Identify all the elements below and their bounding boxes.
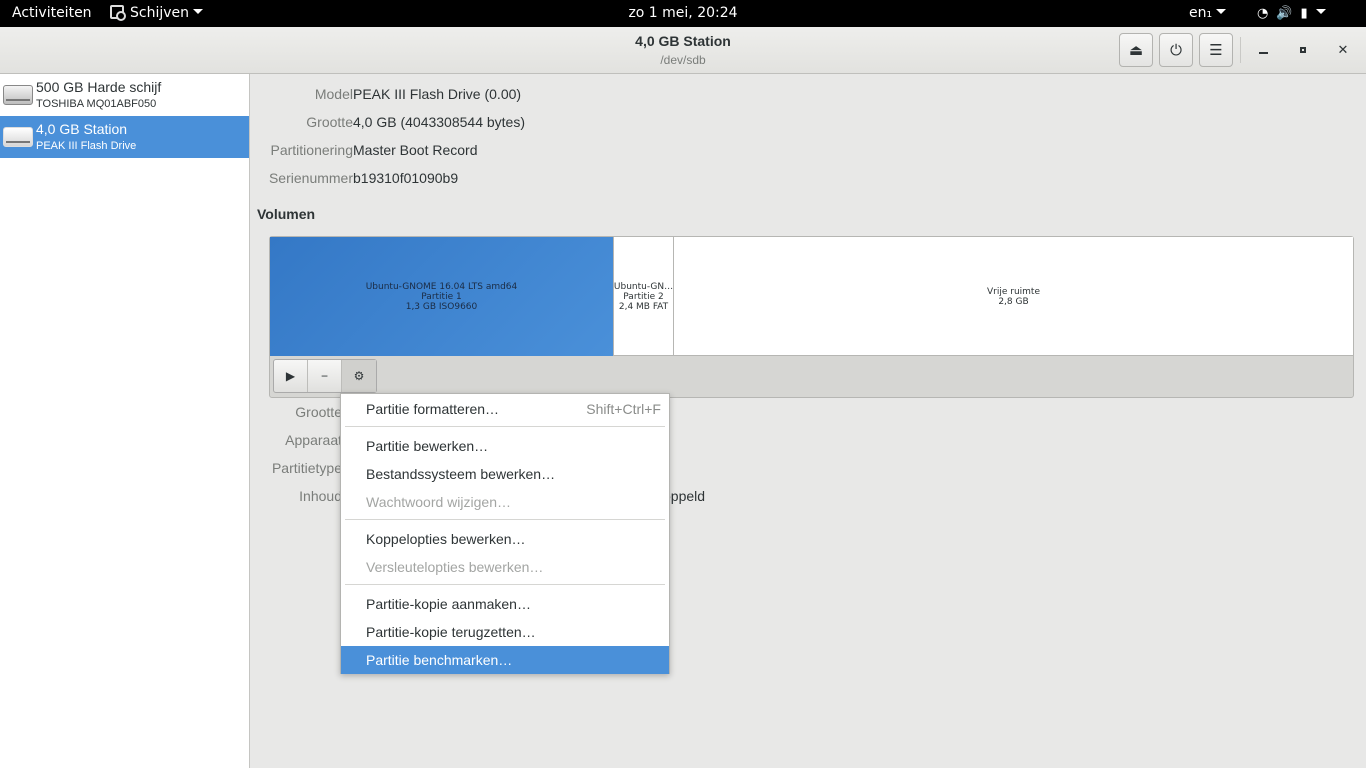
volume-toolbar: ▶ − ⚙ bbox=[273, 359, 377, 393]
partitioning-label: Partitionering bbox=[270, 142, 354, 158]
partitioning-row: Partitionering bbox=[251, 142, 354, 162]
mount-button[interactable]: ▶ bbox=[274, 360, 308, 392]
power-icon: ⏻ bbox=[1170, 41, 1182, 59]
volume-icon: 🔊 bbox=[1276, 6, 1293, 21]
header-bar: 4,0 GB Station /dev/sdb ⏏ ⏻ ☰ ✕ bbox=[0, 27, 1366, 74]
chevron-down-icon bbox=[193, 9, 204, 14]
partition-number: Partitie 2 bbox=[623, 291, 664, 302]
top-bar: Activiteiten Schijven zo 1 mei, 20:24 en… bbox=[0, 0, 1366, 27]
drive-name: 4,0 GB Station bbox=[36, 121, 128, 137]
eject-icon: ⏏ bbox=[1128, 41, 1144, 59]
app-menu[interactable]: Schijven bbox=[110, 0, 204, 27]
partition-options-menu: Partitie formatteren… Shift+Ctrl+F Parti… bbox=[340, 393, 670, 674]
partition-content-label: Inhoud bbox=[299, 488, 342, 504]
eject-button[interactable]: ⏏ bbox=[1119, 33, 1153, 67]
model-label: Model bbox=[314, 86, 353, 102]
menu-item-edit-partition[interactable]: Partitie bewerken… bbox=[341, 432, 669, 460]
menu-item-accelerator: Shift+Ctrl+F bbox=[586, 401, 661, 417]
partition-device-row: Apparaat bbox=[251, 432, 342, 452]
free-space[interactable]: Vrije ruimte 2,8 GB bbox=[673, 237, 1353, 356]
partition-size-label: Grootte bbox=[295, 404, 342, 420]
clock[interactable]: zo 1 mei, 20:24 bbox=[628, 5, 737, 21]
drive-item-flash[interactable]: 4,0 GB Station PEAK III Flash Drive bbox=[0, 116, 249, 158]
partitioning-value: Master Boot Record bbox=[353, 142, 478, 158]
minus-icon: − bbox=[320, 369, 328, 383]
close-icon: ✕ bbox=[1337, 42, 1349, 58]
wifi-icon: ◔ bbox=[1257, 6, 1269, 21]
minimize-icon bbox=[1258, 52, 1268, 54]
keyboard-layout-label: en₁ bbox=[1189, 5, 1213, 21]
minimize-button[interactable] bbox=[1254, 41, 1272, 59]
keyboard-layout-indicator[interactable]: en₁ bbox=[1189, 0, 1227, 27]
menu-item-edit-filesystem[interactable]: Bestandssysteem bewerken… bbox=[341, 460, 669, 488]
partition-type-row: Partitietype bbox=[251, 460, 342, 480]
hamburger-menu-icon: ☰ bbox=[1209, 41, 1223, 59]
header-separator bbox=[1240, 37, 1241, 63]
menu-item-restore-image[interactable]: Partitie-kopie terugzetten… bbox=[341, 618, 669, 646]
app-menu-label: Schijven bbox=[130, 5, 190, 21]
menu-separator bbox=[345, 426, 665, 427]
model-value: PEAK III Flash Drive (0.00) bbox=[353, 86, 522, 102]
partition-bar: Ubuntu-GNOME 16.04 LTS amd64 Partitie 1 … bbox=[270, 237, 1353, 356]
maximize-icon bbox=[1300, 47, 1306, 53]
menu-item-change-password: Wachtwoord wijzigen… bbox=[366, 494, 511, 510]
chevron-down-icon bbox=[1315, 9, 1326, 14]
play-icon: ▶ bbox=[285, 369, 296, 383]
hard-disk-icon bbox=[3, 127, 33, 147]
clock-container: zo 1 mei, 20:24 bbox=[0, 0, 1366, 27]
drive-name: 500 GB Harde schijf bbox=[36, 79, 162, 95]
menu-item-edit-encryption-options: Versleutelopties bewerken… bbox=[366, 559, 544, 575]
partition-size: 2,4 MB FAT bbox=[618, 301, 669, 312]
battery-icon: ▮ bbox=[1300, 6, 1308, 21]
model-row: Model bbox=[251, 86, 353, 106]
disks-app-icon bbox=[110, 5, 126, 21]
free-space-size: 2,8 GB bbox=[998, 296, 1029, 307]
drive-list: 500 GB Harde schijf TOSHIBA MQ01ABF050 4… bbox=[0, 74, 250, 768]
partition-2[interactable]: Ubuntu-GN… Partitie 2 2,4 MB FAT bbox=[613, 237, 673, 356]
partition-device-label: Apparaat bbox=[285, 432, 342, 448]
delete-partition-button[interactable]: − bbox=[308, 360, 342, 392]
serial-label: Serienummer bbox=[268, 170, 353, 186]
partition-label: Ubuntu-GN… bbox=[613, 281, 673, 292]
volume-map: Ubuntu-GNOME 16.04 LTS amd64 Partitie 1 … bbox=[269, 236, 1354, 398]
hard-disk-icon bbox=[3, 85, 33, 105]
drive-model: PEAK III Flash Drive bbox=[36, 140, 137, 152]
maximize-button[interactable] bbox=[1294, 41, 1312, 59]
gears-icon: ⚙ bbox=[353, 369, 365, 383]
menu-separator bbox=[345, 519, 665, 520]
partition-content-row: Inhoud bbox=[251, 488, 342, 508]
size-row: Grootte bbox=[251, 114, 353, 134]
serial-value: b19310f01090b9 bbox=[353, 170, 459, 186]
close-button[interactable]: ✕ bbox=[1334, 41, 1352, 59]
partition-1[interactable]: Ubuntu-GNOME 16.04 LTS amd64 Partitie 1 … bbox=[270, 237, 613, 356]
activities-button[interactable]: Activiteiten bbox=[12, 0, 92, 27]
partition-size: 1,3 GB ISO9660 bbox=[405, 301, 478, 312]
volumes-heading: Volumen bbox=[257, 206, 316, 222]
size-value: 4,0 GB (4043308544 bytes) bbox=[353, 114, 526, 130]
menu-item-create-image[interactable]: Partitie-kopie aanmaken… bbox=[341, 590, 669, 618]
size-label: Grootte bbox=[306, 114, 353, 130]
partition-options-button[interactable]: ⚙ bbox=[342, 360, 376, 392]
menu-item-edit-mount-options[interactable]: Koppelopties bewerken… bbox=[341, 525, 669, 553]
drive-model: TOSHIBA MQ01ABF050 bbox=[36, 98, 157, 110]
menu-item-format[interactable]: Partitie formatteren… Shift+Ctrl+F bbox=[341, 395, 669, 423]
power-off-button[interactable]: ⏻ bbox=[1159, 33, 1193, 67]
system-menu[interactable]: ◔ 🔊 ▮ bbox=[1257, 0, 1334, 27]
chevron-down-icon bbox=[1216, 9, 1227, 14]
menu-item-label: Partitie formatteren… bbox=[366, 401, 500, 417]
menu-item-benchmark[interactable]: Partitie benchmarken… bbox=[341, 646, 669, 674]
menu-separator bbox=[345, 584, 665, 585]
partition-label: Ubuntu-GNOME 16.04 LTS amd64 bbox=[365, 281, 518, 292]
partition-size-row: Grootte bbox=[251, 404, 342, 424]
serial-row: Serienummer bbox=[251, 170, 353, 190]
free-space-label: Vrije ruimte bbox=[987, 286, 1040, 297]
partition-type-label: Partitietype bbox=[271, 460, 342, 476]
drive-menu-button[interactable]: ☰ bbox=[1199, 33, 1233, 67]
partition-number: Partitie 1 bbox=[421, 291, 462, 302]
drive-item-hdd[interactable]: 500 GB Harde schijf TOSHIBA MQ01ABF050 bbox=[0, 74, 249, 116]
